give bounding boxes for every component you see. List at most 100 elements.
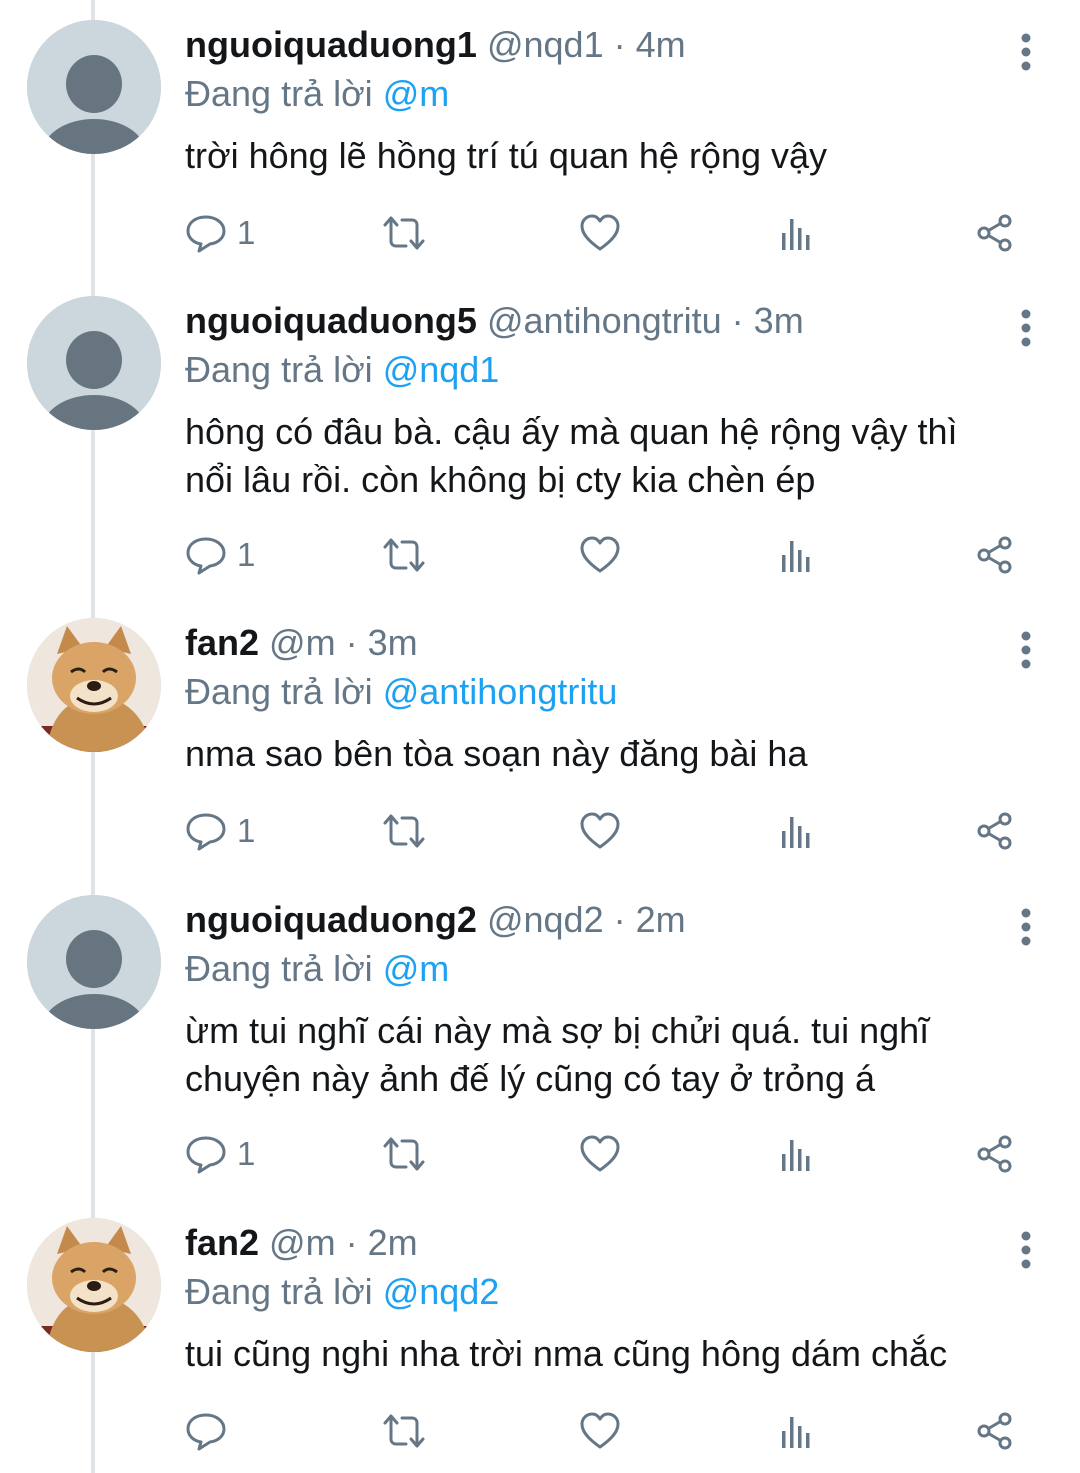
handle[interactable]: @m [269, 1222, 336, 1263]
share-button[interactable] [974, 806, 1016, 856]
like-icon [580, 812, 620, 849]
action-bar [185, 1406, 1035, 1456]
reply-count: 1 [237, 536, 256, 573]
like-button[interactable] [579, 806, 621, 856]
analytics-button[interactable] [779, 1406, 815, 1456]
replying-to-label: Đang trả lời [185, 948, 383, 989]
handle[interactable]: @m [269, 622, 336, 663]
share-button[interactable] [974, 208, 1016, 258]
analytics-button[interactable] [779, 208, 815, 258]
like-icon [580, 1412, 620, 1449]
mention-link[interactable]: @m [383, 948, 450, 989]
more-options-icon [1021, 908, 1031, 946]
reply-icon [186, 215, 226, 253]
handle[interactable]: @antihongtritu [487, 300, 722, 341]
replying-to-label: Đang trả lời [185, 73, 383, 114]
share-icon [977, 536, 1012, 574]
replying-to-label: Đang trả lời [185, 349, 383, 390]
avatar[interactable] [27, 618, 161, 752]
handle[interactable]: @nqd1 [487, 24, 604, 65]
tweet-header: nguoiquaduong2 @nqd2 · 2m [185, 895, 1045, 945]
timestamp[interactable]: 2m [368, 1222, 418, 1263]
display-name[interactable]: nguoiquaduong2 [185, 899, 477, 940]
tweet-text: tui cũng nghi nha trời nma cũng hông dám… [185, 1333, 948, 1374]
share-button[interactable] [974, 1406, 1016, 1456]
reply-icon [186, 1136, 226, 1174]
reply-button[interactable]: 1 [185, 530, 255, 580]
retweet-button[interactable] [381, 208, 427, 258]
analytics-button[interactable] [779, 1129, 815, 1179]
replying-to: Đang trả lời @m [185, 945, 1045, 993]
timestamp[interactable]: 3m [368, 622, 418, 663]
avatar[interactable] [27, 1218, 161, 1352]
retweet-button[interactable] [381, 530, 427, 580]
analytics-icon [782, 1140, 810, 1171]
more-options-button[interactable] [1014, 308, 1038, 348]
like-button[interactable] [579, 1406, 621, 1456]
avatar[interactable] [27, 296, 161, 430]
like-icon [580, 536, 620, 573]
retweet-icon [383, 538, 425, 572]
reply-icon [186, 813, 226, 851]
retweet-button[interactable] [381, 806, 427, 856]
retweet-button[interactable] [381, 1406, 427, 1456]
mention-link[interactable]: @nqd1 [383, 349, 500, 390]
avatar[interactable] [27, 895, 161, 1029]
more-options-icon [1021, 631, 1031, 669]
tweet-header: nguoiquaduong5 @antihongtritu · 3m [185, 296, 1045, 346]
reply-button[interactable]: 1 [185, 208, 255, 258]
more-options-icon [1021, 33, 1031, 71]
like-button[interactable] [579, 530, 621, 580]
mention-link[interactable]: @m [383, 73, 450, 114]
action-bar: 1 [185, 530, 1035, 580]
replying-to: Đang trả lời @nqd1 [185, 346, 1045, 394]
like-icon [580, 1135, 620, 1172]
replying-to: Đang trả lời @m [185, 70, 1045, 118]
timestamp[interactable]: 2m [636, 899, 686, 940]
more-options-icon [1021, 1231, 1031, 1269]
display-name[interactable]: fan2 [185, 1222, 259, 1263]
action-bar: 1 [185, 806, 1035, 856]
separator: · [731, 300, 744, 341]
reply-icon [186, 537, 226, 575]
mention-link[interactable]: @antihongtritu [383, 671, 618, 712]
share-button[interactable] [974, 1129, 1016, 1179]
mention-link[interactable]: @nqd2 [383, 1271, 500, 1312]
separator: · [613, 24, 626, 65]
action-bar: 1 [185, 1129, 1035, 1179]
display-name[interactable]: nguoiquaduong1 [185, 24, 477, 65]
reply-count: 1 [237, 812, 256, 849]
handle[interactable]: @nqd2 [487, 899, 604, 940]
tweet-header: nguoiquaduong1 @nqd1 · 4m [185, 20, 1045, 70]
tweet-text: trời hông lẽ hồng trí tú quan hệ rộng vậ… [185, 135, 828, 176]
tweet-header: fan2 @m · 2m [185, 1218, 1045, 1268]
share-icon [977, 1412, 1012, 1450]
more-options-button[interactable] [1014, 630, 1038, 670]
more-options-button[interactable] [1014, 1230, 1038, 1270]
reply-icon [186, 1413, 226, 1451]
action-bar: 1 [185, 208, 1035, 258]
reply-button[interactable]: 1 [185, 806, 255, 856]
like-button[interactable] [579, 208, 621, 258]
tweet-text: hông có đâu bà. cậu ấy mà quan hệ rộng v… [185, 411, 958, 500]
dog-avatar [27, 1218, 161, 1352]
analytics-button[interactable] [779, 530, 815, 580]
reply-button[interactable]: 1 [185, 1129, 255, 1179]
separator: · [345, 622, 358, 663]
display-name[interactable]: nguoiquaduong5 [185, 300, 477, 341]
reply-button[interactable] [185, 1406, 237, 1456]
avatar[interactable] [27, 20, 161, 154]
timestamp[interactable]: 4m [636, 24, 686, 65]
retweet-button[interactable] [381, 1129, 427, 1179]
timestamp[interactable]: 3m [754, 300, 804, 341]
more-options-button[interactable] [1014, 907, 1038, 947]
more-options-icon [1021, 309, 1031, 347]
display-name[interactable]: fan2 [185, 622, 259, 663]
retweet-icon [383, 1414, 425, 1448]
replying-to: Đang trả lời @antihongtritu [185, 668, 1045, 716]
more-options-button[interactable] [1014, 32, 1038, 72]
share-button[interactable] [974, 530, 1016, 580]
analytics-icon [782, 1417, 810, 1448]
analytics-button[interactable] [779, 806, 815, 856]
like-button[interactable] [579, 1129, 621, 1179]
